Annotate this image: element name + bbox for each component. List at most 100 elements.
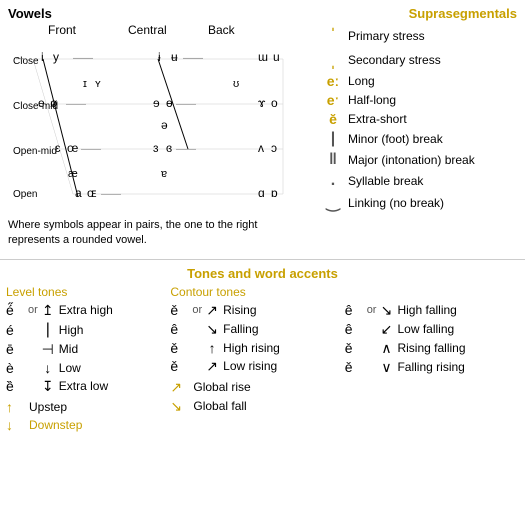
tone-upstep: ↑ Upstep <box>6 399 170 415</box>
tone-mid: ē or ⊣ Mid <box>6 341 170 358</box>
tones-section: Tones and word accents Level tones é̋ or… <box>0 259 525 435</box>
svg-text:——: —— <box>176 144 196 155</box>
svg-text:ɑ: ɑ <box>258 186 265 200</box>
tone-sym-low-rising: ↗ <box>204 358 220 375</box>
supra-row-long: eː Long <box>318 73 517 89</box>
supra-label-long: Long <box>348 74 375 88</box>
svg-text:——: —— <box>183 53 203 64</box>
tone-ex-high: é <box>6 322 26 338</box>
supra-row-major: ‖ Major (intonation) break <box>318 151 517 169</box>
tone-lbl-low-rising: Low rising <box>223 359 277 373</box>
vowels-title: Vowels <box>8 6 302 21</box>
header-front: Front <box>48 23 128 37</box>
vowel-svg: Close Close-mid Open-mid Open i y — ɨ ʉ … <box>13 39 313 214</box>
svg-text:ɔ: ɔ <box>271 141 277 155</box>
supra-label-halflong: Half-long <box>348 93 396 107</box>
svg-text:æ: æ <box>68 168 78 180</box>
suprasegmentals-title: Suprasegmentals <box>318 6 517 21</box>
supra-row-primary: ˈ Primary stress <box>318 25 517 46</box>
tone-or-h1: or <box>367 304 377 316</box>
tone-sym-low-falling: ↙ <box>378 321 394 338</box>
contour-tones-title: Contour tones <box>170 285 344 299</box>
tone-lbl-falling-rising: Falling rising <box>397 360 464 374</box>
tone-ex-extra-high: é̋ <box>6 302 26 318</box>
svg-text:œ: œ <box>67 141 78 155</box>
tone-extralow: ȅ or ↧ Extra low <box>6 378 170 395</box>
svg-text:——: —— <box>66 99 86 110</box>
svg-text:——: —— <box>176 99 196 110</box>
supra-row-linking: ‿ Linking (no break) <box>318 193 517 213</box>
tone-sym-high: | <box>40 321 56 339</box>
tone-sym-low: ↓ <box>40 360 56 376</box>
svg-text:ɜ: ɜ <box>153 141 159 155</box>
level-tones-title: Level tones <box>6 285 170 299</box>
tone-ex-high-rising: ě <box>170 340 190 356</box>
supra-label-primary: Primary stress <box>348 29 425 43</box>
supra-label-syllable: Syllable break <box>348 174 423 188</box>
tone-lbl-global-fall: Global fall <box>193 399 246 413</box>
tone-high-rising: ě or ↑ High rising <box>170 340 344 356</box>
tone-lbl-low: Low <box>59 361 81 375</box>
tone-ex-low-rising: ě <box>170 358 190 374</box>
supra-symbol-syllable: . <box>318 172 348 190</box>
high-low-tones-col: ê or ↘ High falling ê or ↙ Low falling ě… <box>345 285 519 435</box>
tone-sym-falling: ↘ <box>204 321 220 338</box>
svg-text:——: —— <box>81 144 101 155</box>
tone-sym-extra-high: ↥ <box>40 302 56 319</box>
tone-lbl-upstep: Upstep <box>29 400 67 414</box>
tone-ex-low: è <box>6 360 26 376</box>
svg-text:ɵ: ɵ <box>166 96 173 110</box>
contour-tones-col: Contour tones ě or ↗ Rising ê or ↘ Falli… <box>170 285 344 435</box>
svg-text:ɨ: ɨ <box>158 50 161 64</box>
tone-lbl-low-falling: Low falling <box>397 322 454 336</box>
svg-text:ʌ: ʌ <box>258 141 264 155</box>
tones-columns: Level tones é̋ or ↥ Extra high é or | Hi… <box>0 285 525 435</box>
tone-ex-extra-low: ȅ <box>6 378 26 394</box>
svg-text:ʊ: ʊ <box>233 78 239 90</box>
svg-text:ɐ: ɐ <box>161 168 167 180</box>
tone-sym-global-rise: ↗ <box>170 379 190 396</box>
tone-ex-rising: ě <box>170 302 190 318</box>
header-central: Central <box>128 23 208 37</box>
supra-symbol-secondary: ˌ <box>318 49 348 70</box>
tone-high: é or | High <box>6 321 170 339</box>
tone-downstep: ↓ Downstep <box>6 417 170 433</box>
supra-label-minor: Minor (foot) break <box>348 132 443 146</box>
svg-text:i: i <box>41 50 44 64</box>
supra-symbol-halflong: eˑ <box>318 92 348 108</box>
svg-text:ɪ: ɪ <box>83 78 87 90</box>
tone-lbl-high-falling: High falling <box>397 303 456 317</box>
tone-sym-high-falling: ↘ <box>378 302 394 319</box>
svg-text:ə: ə <box>161 118 168 132</box>
tone-lbl-extra-low: Extra low <box>59 379 108 393</box>
vowels-header: Front Central Back <box>48 23 302 37</box>
tone-rising: ě or ↗ Rising <box>170 302 344 319</box>
tone-lbl-rising: Rising <box>223 303 256 317</box>
tone-low: è or ↓ Low <box>6 360 170 376</box>
svg-text:ɞ: ɞ <box>166 141 172 155</box>
vowel-note: Where symbols appear in pairs, the one t… <box>8 218 302 249</box>
supra-row-secondary: ˌ Secondary stress <box>318 49 517 70</box>
tone-lbl-rising-falling: Rising falling <box>397 341 465 355</box>
tone-lbl-global-rise: Global rise <box>193 380 250 394</box>
supra-symbol-minor: | <box>318 130 348 148</box>
svg-text:Open: Open <box>13 189 37 200</box>
tone-sym-rising: ↗ <box>204 302 220 319</box>
right-panel: Suprasegmentals ˈ Primary stress ˌ Secon… <box>310 0 525 255</box>
tone-low-rising: ě or ↗ Low rising <box>170 358 344 375</box>
svg-text:——: —— <box>101 189 121 200</box>
svg-text:ʉ: ʉ <box>171 50 178 64</box>
level-tones-col: Level tones é̋ or ↥ Extra high é or | Hi… <box>6 285 170 435</box>
supra-symbol-major: ‖ <box>318 151 348 169</box>
svg-text:——: —— <box>73 53 93 64</box>
tone-falling-rising: ě or ∨ Falling rising <box>345 359 519 376</box>
tone-sym-high-rising: ↑ <box>204 340 220 356</box>
svg-text:a: a <box>75 186 82 200</box>
tone-lbl-high-rising: High rising <box>223 341 280 355</box>
svg-text:ɶ: ɶ <box>87 186 97 200</box>
tone-high-falling: ê or ↘ High falling <box>345 302 519 319</box>
tone-ex-falling: ê <box>170 321 190 337</box>
supra-symbol-long: eː <box>318 73 348 89</box>
tone-lbl-mid: Mid <box>59 342 78 356</box>
supra-row-minor: | Minor (foot) break <box>318 130 517 148</box>
